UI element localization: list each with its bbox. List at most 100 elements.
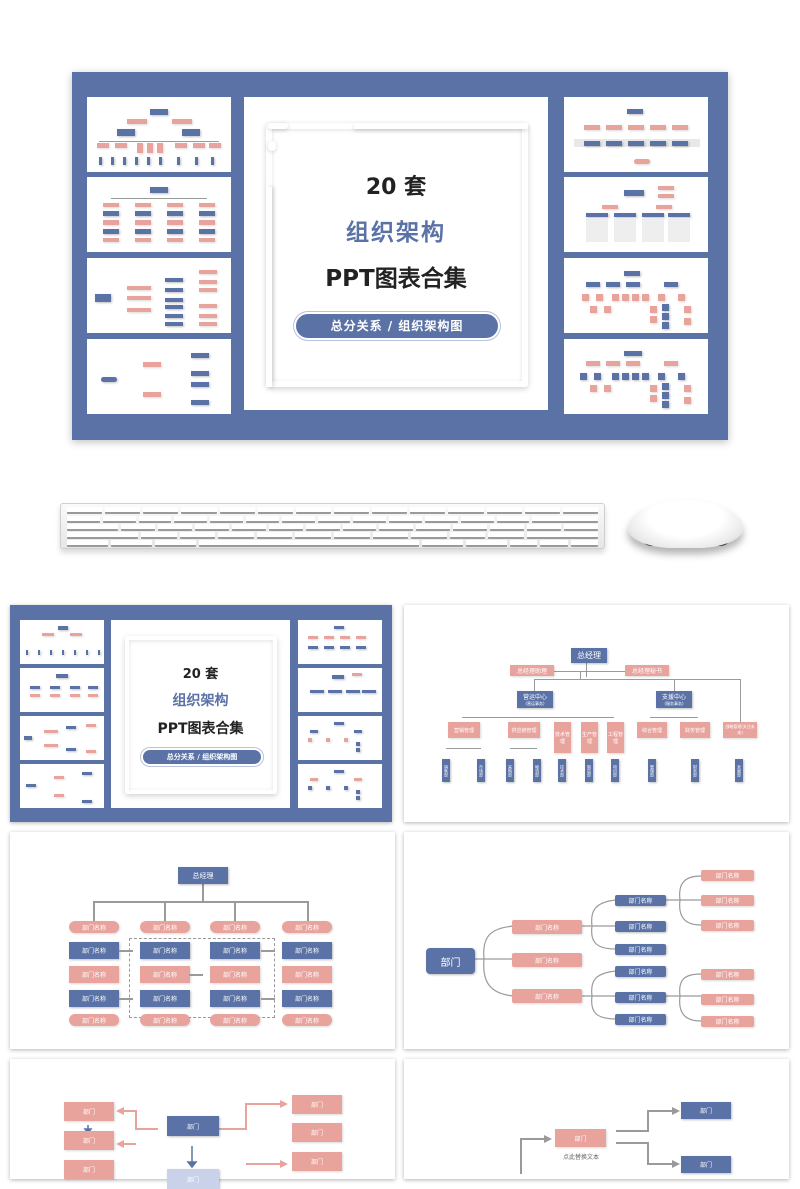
thumb-slide-6[interactable] [564,177,708,252]
org-unit: 市场部 [477,759,485,782]
mini-thumb-7 [298,716,382,760]
hero-section: 20 套 组织架构 PPT图表合集 总分关系 / 组织架构图 [0,0,800,590]
thumb-slide-2[interactable] [87,177,231,252]
flow-cell: 部门名称 [210,921,260,933]
mind-node: 部门名称 [701,895,754,906]
flow-cell: 部门名称 [282,990,332,1007]
frame-dot-1 [268,123,288,129]
flow-cell: 部门名称 [282,966,332,983]
flow-cell: 部门名称 [282,942,332,959]
thumb-slide-4[interactable] [87,339,231,414]
mini-thumb-8 [298,764,382,808]
flow-cell: 部门名称 [282,921,332,933]
mind-node: 部门名称 [512,920,582,934]
org-unit: 物流部 [533,759,541,782]
org-dept: 战略管理(关注未来) [723,722,757,738]
mini-cover-card: 20 套 组织架构 PPT图表合集 总分关系 / 组织架构图 [111,620,290,808]
preview-slide-org-chart[interactable]: 总经理 总经理助理 总经理秘书 营运中心 (营运事务) 支援中心 (服务事务) 营销… [404,605,789,822]
arrow-right [189,974,203,976]
mind-node: 部门名称 [701,870,754,881]
org-unit: 发展部 [735,759,743,782]
mini-thumb-6 [298,668,382,712]
org-unit: 制造部 [585,759,593,782]
mini-cover-title: 组织架构 [172,693,229,709]
mind-node: 部门名称 [701,1016,754,1027]
mind-node: 部门名称 [615,992,666,1003]
mind-node: 部门名称 [701,994,754,1005]
branch-caption: 点此替换文本 [562,1154,599,1161]
flow-cell: 部门 [167,1169,219,1189]
branch-cell: 部门 [555,1129,606,1147]
arrow-right [261,998,275,1000]
preview-slide-arrow-flow[interactable]: 部门 部门 部门 部门 部门 部门 部门 部门 [10,1059,395,1189]
flow-cell: 部门 [292,1152,342,1171]
flow-cell: 部门名称 [210,990,260,1007]
preview-slide-flow-grid[interactable]: 总经理 部门名称 部门名称 部门名称 部门名称 部门名称 部门名称 部门名称 部门名称 部门名称… [10,832,395,1049]
cover-count: 20 套 [365,175,427,200]
flow-cell: 部门名称 [140,1014,190,1026]
thumb-slide-8[interactable] [564,339,708,414]
org-dept: 生产管理 [581,722,598,753]
org-dept: 综合管理 [637,722,667,738]
preview-slide-mind-map[interactable]: 部门 部门名称 部门名称 部门名称 部门名称 部门名称 部门名称 部门名称 部门名称 部门名称部… [404,832,789,1049]
flow-cell: 部门名称 [69,966,119,983]
flow-cell: 部门名称 [140,942,190,959]
flow-cell: 部门 [64,1160,114,1179]
thumb-slide-3[interactable] [87,258,231,333]
mind-node: 部门名称 [615,966,666,977]
thumb-slide-1[interactable] [87,97,231,172]
mind-node: 部门名称 [615,921,666,932]
frame-corner-top [354,123,528,129]
flow-cell: 部门名称 [140,921,190,933]
org-dept: 技术管理 [554,722,571,753]
flow-cell: 部门名称 [69,921,119,933]
flow-cell: 部门名称 [69,1014,119,1026]
mind-node: 部门名称 [615,895,666,906]
branch-connectors [520,1107,680,1174]
flow-cell: 部门 [64,1102,114,1121]
mind-node: 部门名称 [701,920,754,931]
org-unit: 采购部 [506,759,514,782]
org-unit: 技术部 [558,759,566,782]
flow-cell: 部门名称 [140,966,190,983]
flow-cell: 部门名称 [210,942,260,959]
flow-root: 总经理 [178,867,228,884]
org-assistant: 总经理秘书 [625,665,669,676]
flow-cell: 部门名称 [282,1014,332,1026]
flow-cell: 部门名称 [210,1014,260,1026]
mind-node: 部门名称 [512,953,582,967]
mini-cover-count: 20 套 [182,667,219,682]
thumb-slide-5[interactable] [564,97,708,172]
org-unit: 财务部 [691,759,699,782]
preview-slide-cover[interactable]: 20 套 组织架构 PPT图表合集 总分关系 / 组织架构图 [10,605,392,822]
mind-root: 部门 [426,948,475,974]
mini-thumb-1 [20,620,104,664]
mind-node: 部门名称 [701,969,754,980]
org-root: 总经理 [571,648,607,663]
mini-cover-tag: 总分关系 / 组织架构图 [143,750,261,764]
flow-cell: 部门名称 [69,942,119,959]
mind-node: 部门名称 [615,944,666,955]
thumb-slide-7[interactable] [564,258,708,333]
cover-subtitle: PPT图表合集 [325,266,467,292]
decorative-frame [266,123,528,387]
org-unit: 项目部 [611,759,619,782]
frame-dot-2 [268,141,276,151]
mini-thumb-2 [20,668,104,712]
org-dept: 营销管理 [448,722,480,738]
flow-cell: 部门 [167,1116,219,1136]
flow-cell: 部门 [292,1095,342,1114]
flow-cell: 部门 [292,1123,342,1142]
preview-slide-branch-flow[interactable]: 部门 点此替换文本 部门 部门 [404,1059,789,1179]
org-unit: 销售部 [442,759,450,782]
mini-cover-subtitle: PPT图表合集 [157,721,244,737]
org-assistant: 总经理助理 [510,665,554,676]
branch-cell: 部门 [681,1156,731,1173]
keyboard-image [60,503,605,549]
flow-cell: 部门 [64,1131,114,1150]
mini-thumb-3 [20,716,104,760]
arrow-right [119,998,133,1000]
cover-card: 20 套 组织架构 PPT图表合集 总分关系 / 组织架构图 [244,97,548,410]
mini-thumb-5 [298,620,382,664]
flow-cell: 部门名称 [140,990,190,1007]
